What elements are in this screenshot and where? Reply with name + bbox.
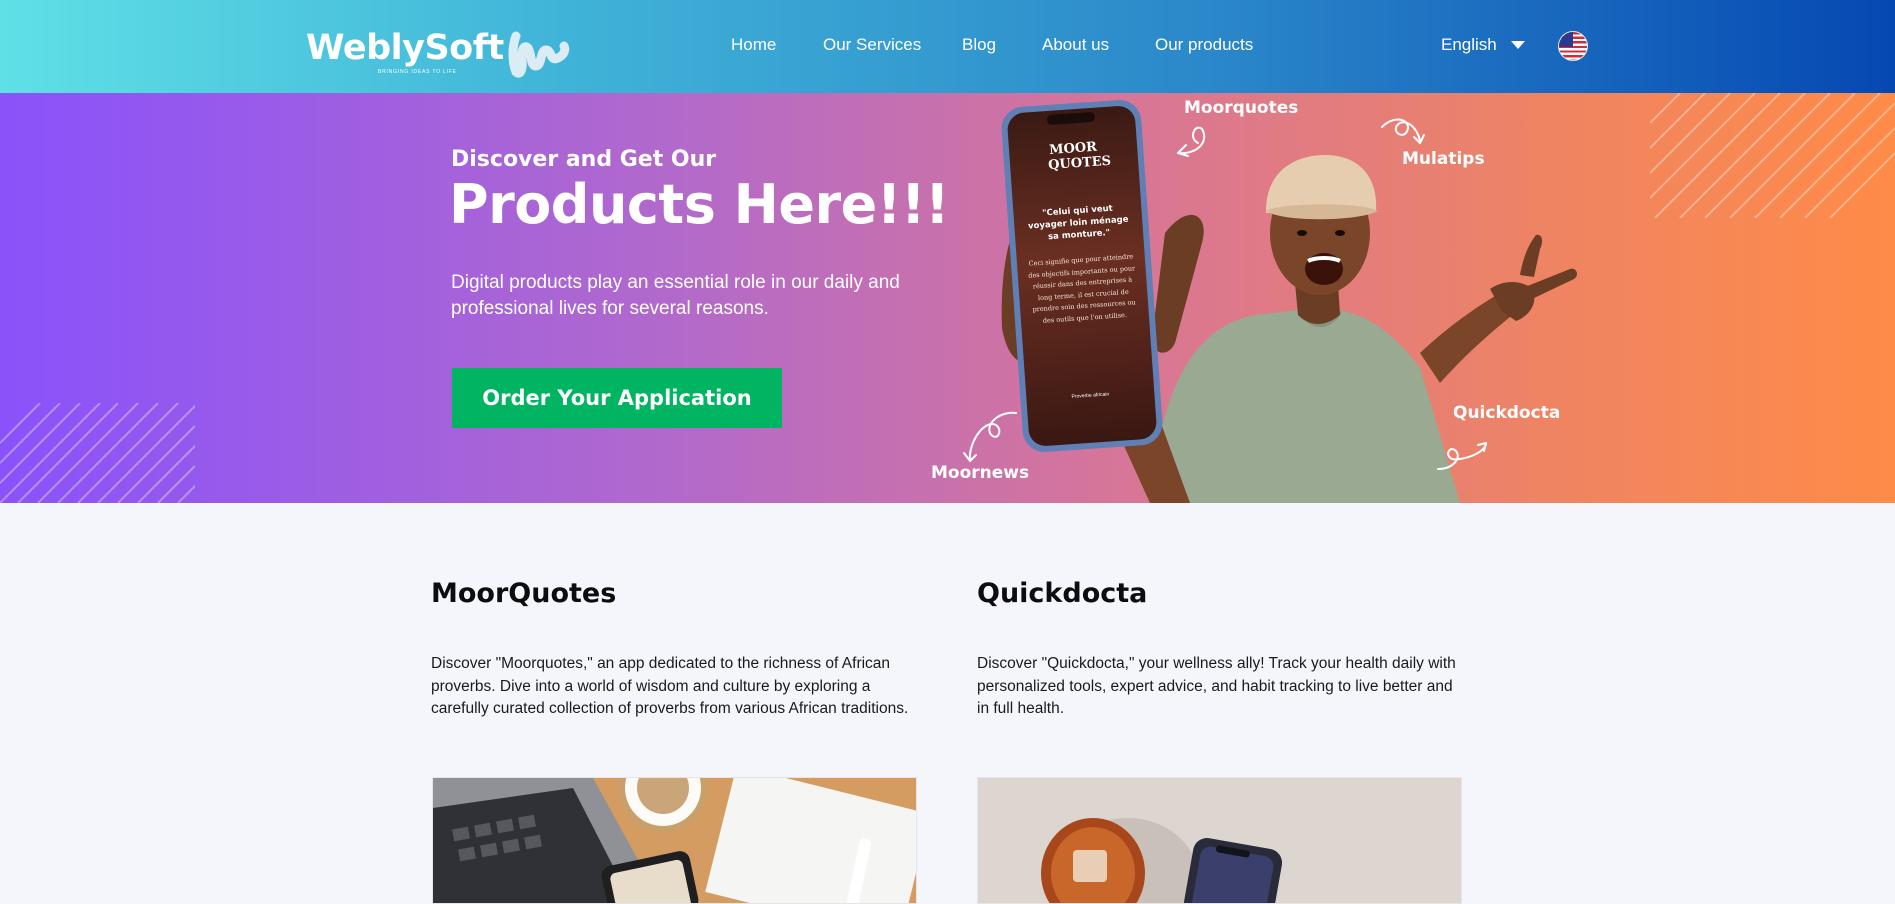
product-title: Quickdocta	[977, 578, 1148, 609]
moorquotes-product-image[interactable]	[432, 777, 917, 904]
nav-about-us[interactable]: About us	[1042, 34, 1109, 56]
nav-our-products[interactable]: Our products	[1155, 34, 1253, 56]
hero-illustration: MOOR QUOTES "Celui qui veut voyager loin…	[920, 93, 1600, 503]
nav-blog[interactable]: Blog	[962, 34, 996, 56]
product-description: Discover "Quickdocta," your wellness all…	[977, 655, 1456, 717]
us-flag-icon[interactable]	[1558, 31, 1588, 61]
logo-text: WeblySoft	[306, 28, 504, 68]
language-selector[interactable]: English	[1441, 34, 1525, 56]
product-title: MoorQuotes	[431, 578, 617, 609]
product-description: Discover "Moorquotes," an app dedicated …	[431, 655, 909, 717]
logo-tagline: BRINGING IDEAS TO LIFE	[378, 69, 457, 75]
hero-banner: Discover and Get Our Products Here!!! Di…	[0, 93, 1895, 503]
desk-laptop-illustration	[433, 778, 916, 903]
order-application-button[interactable]: Order Your Application	[452, 368, 782, 428]
decorative-stripes-right	[1650, 93, 1895, 218]
chevron-down-icon	[1510, 41, 1525, 49]
quickdocta-product-image[interactable]	[977, 777, 1462, 904]
nav-our-services[interactable]: Our Services	[823, 34, 921, 56]
nav-home[interactable]: Home	[731, 34, 776, 56]
product-card-moorquotes: MoorQuotes Discover "Moorquotes," an app…	[431, 577, 921, 721]
decorative-stripes-left	[0, 403, 195, 503]
language-label: English	[1441, 35, 1497, 54]
flag-canton	[1559, 32, 1573, 47]
site-header: WeblySoft BRINGING IDEAS TO LIFE Home Ou…	[0, 0, 1895, 93]
hero-subtitle: Discover and Get Our	[451, 147, 717, 172]
curly-arrow-icons	[963, 118, 1487, 470]
hero-description: Digital products play an essential role …	[451, 272, 900, 319]
weblysoft-logo[interactable]: WeblySoft BRINGING IDEAS TO LIFE	[306, 28, 570, 78]
hero-title: Products Here!!!	[449, 173, 950, 236]
logo-brush-icon	[508, 31, 569, 78]
product-card-quickdocta: Quickdocta Discover "Quickdocta," your w…	[977, 577, 1467, 721]
phone-drink-illustration	[978, 778, 1461, 903]
